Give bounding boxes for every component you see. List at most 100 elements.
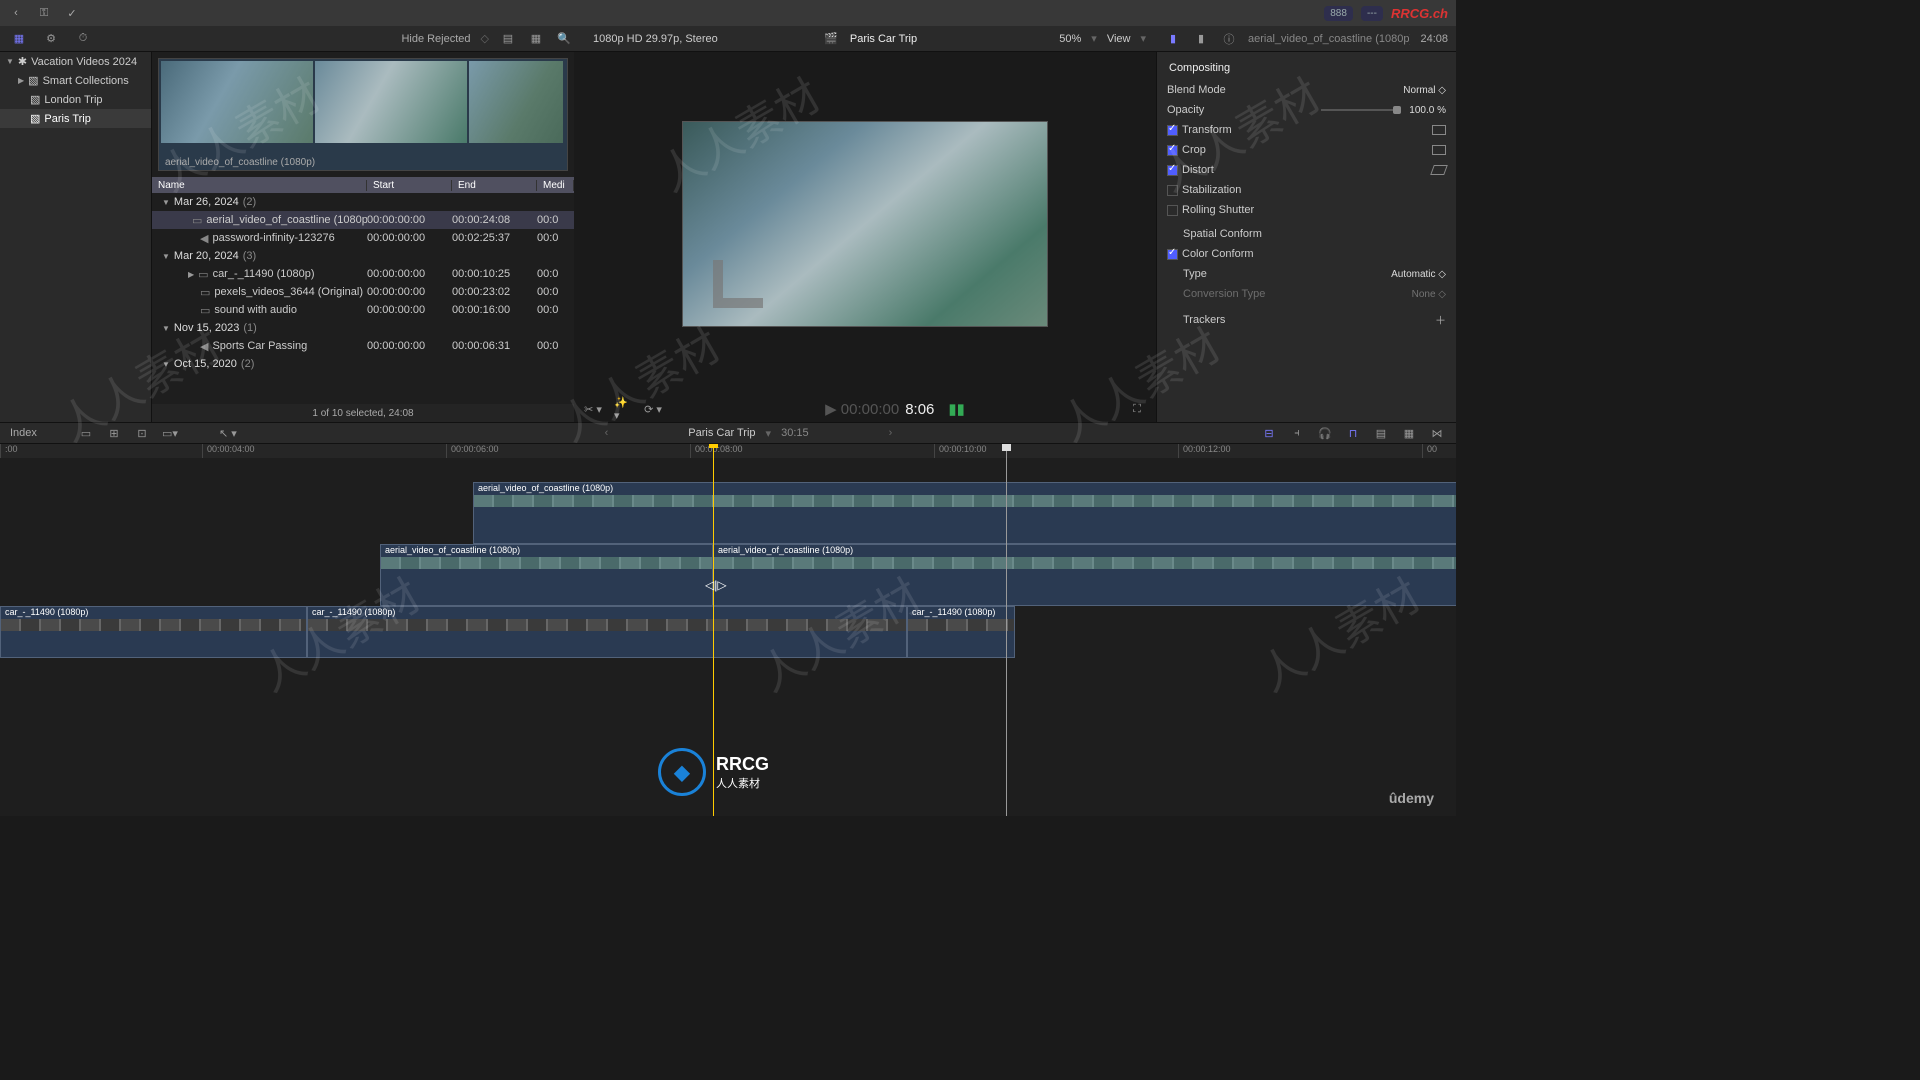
blend-mode-label: Blend Mode bbox=[1167, 84, 1403, 96]
solo-icon[interactable]: 🎧 bbox=[1316, 424, 1334, 442]
browser-clip-row[interactable]: ▭aerial_video_of_coastline (1080p)00:00:… bbox=[152, 211, 574, 229]
cursor-trim-icon: ◁|▷ bbox=[705, 578, 727, 592]
library-root[interactable]: ▼✱Vacation Videos 2024 bbox=[0, 52, 151, 71]
header-start[interactable]: Start bbox=[367, 180, 452, 191]
key-icon[interactable]: ⚿ bbox=[36, 5, 52, 21]
list-view-icon[interactable]: ▦ bbox=[527, 30, 545, 48]
browser-clip-row[interactable]: ▭sound with audio00:00:00:0000:00:16:000… bbox=[152, 301, 574, 319]
timeline-clip-t3b[interactable]: car_-_11490 (1080p) bbox=[307, 606, 907, 658]
browser-group[interactable]: ▼ Mar 20, 2024 (3) bbox=[152, 247, 574, 265]
timeline-index-icon[interactable]: ▤ bbox=[1372, 424, 1390, 442]
snapping-icon[interactable]: ⊓ bbox=[1344, 424, 1362, 442]
timeline-clip-t3a[interactable]: car_-_11490 (1080p) bbox=[0, 606, 307, 658]
info-inspector-icon[interactable]: ⓘ bbox=[1220, 30, 1238, 48]
color-conform-label[interactable]: Color Conform bbox=[1182, 248, 1254, 260]
timeline-clip-t3c[interactable]: car_-_11490 (1080p) bbox=[907, 606, 1015, 658]
timeline-nav-back-icon[interactable]: ‹ bbox=[605, 427, 609, 439]
header-media[interactable]: Medi bbox=[537, 180, 574, 191]
clip-appearance-icon[interactable]: ▤ bbox=[499, 30, 517, 48]
search-icon[interactable]: 🔍 bbox=[555, 30, 573, 48]
back-icon[interactable]: ‹ bbox=[8, 5, 24, 21]
badge-2[interactable]: --- bbox=[1361, 6, 1383, 21]
index-button[interactable]: Index bbox=[10, 427, 37, 439]
range-end-marker[interactable] bbox=[1006, 444, 1007, 816]
browser-list[interactable]: ▼ Mar 26, 2024 (2)▭aerial_video_of_coast… bbox=[152, 193, 574, 404]
transform-checkbox[interactable] bbox=[1167, 125, 1178, 136]
viewer-panel: ✂ ▾ ✨ ▾ ⟳ ▾ ▶ 00:00:00 8:06 ▮▮ ⛶ bbox=[574, 52, 1156, 422]
check-icon[interactable]: ✓ bbox=[64, 5, 80, 21]
keyword-icon[interactable]: ⚙ bbox=[42, 30, 60, 48]
timeline-clip-t1[interactable]: aerial_video_of_coastline (1080p) bbox=[473, 482, 1456, 544]
crop-label[interactable]: Crop bbox=[1182, 144, 1206, 156]
distort-checkbox[interactable] bbox=[1167, 165, 1178, 176]
zoom-menu[interactable]: 50% bbox=[1059, 33, 1081, 45]
blend-mode-value[interactable]: Normal ◇ bbox=[1403, 85, 1446, 96]
library-london[interactable]: ▧London Trip bbox=[0, 90, 151, 109]
transform-reset-icon[interactable] bbox=[1432, 125, 1446, 135]
list-header[interactable]: Name Start End Medi bbox=[152, 177, 574, 193]
timeline-toolbar: Index ▭ ⊞ ⊡ ▭▾ ↖ ▾ ‹ Paris Car Trip▾ 30:… bbox=[0, 422, 1456, 444]
overwrite-clip-icon[interactable]: ▭▾ bbox=[161, 424, 179, 442]
transitions-icon[interactable]: ⋈ bbox=[1428, 424, 1446, 442]
library-smart-collections[interactable]: ▶▧Smart Collections bbox=[0, 71, 151, 90]
ruler-tick: 00:00:12:00 bbox=[1178, 444, 1231, 458]
fullscreen-icon[interactable]: ⛶ bbox=[1128, 400, 1146, 418]
distort-reset-icon[interactable] bbox=[1430, 165, 1448, 175]
opacity-value[interactable]: 100.0 % bbox=[1409, 105, 1446, 116]
stabilization-checkbox[interactable] bbox=[1167, 185, 1178, 196]
timeline-nav-fwd-icon[interactable]: › bbox=[889, 427, 893, 439]
transform-tool-icon[interactable]: ✂ ▾ bbox=[584, 400, 602, 418]
stabilization-label[interactable]: Stabilization bbox=[1182, 184, 1241, 196]
browser-clip-row[interactable]: ◀Sports Car Passing00:00:00:0000:00:06:3… bbox=[152, 337, 574, 355]
type-value[interactable]: Automatic ◇ bbox=[1391, 269, 1446, 280]
browser-clip-row[interactable]: ▭pexels_videos_3644 (Original)00:00:00:0… bbox=[152, 283, 574, 301]
ruler-tick: 00 bbox=[1422, 444, 1437, 458]
format-label: 1080p HD 29.97p, Stereo bbox=[593, 33, 718, 45]
inspector-clip-title: aerial_video_of_coastline (1080p) bbox=[1248, 33, 1410, 45]
view-menu[interactable]: View bbox=[1107, 33, 1131, 45]
browser-clip-row[interactable]: ▶▭car_-_11490 (1080p)00:00:00:0000:00:10… bbox=[152, 265, 574, 283]
retime-tool-icon[interactable]: ⟳ ▾ bbox=[644, 400, 662, 418]
viewer-video[interactable] bbox=[682, 121, 1048, 327]
filmstrip-preview[interactable]: aerial_video_of_coastline (1080p) bbox=[158, 58, 568, 171]
insert-clip-icon[interactable]: ⊞ bbox=[105, 424, 123, 442]
rolling-shutter-checkbox[interactable] bbox=[1167, 205, 1178, 216]
transform-label[interactable]: Transform bbox=[1182, 124, 1232, 136]
video-inspector-icon[interactable]: ▮ bbox=[1164, 30, 1182, 48]
select-tool-icon[interactable]: ↖ ▾ bbox=[219, 424, 237, 442]
browser-group[interactable]: ▼ Mar 26, 2024 (2) bbox=[152, 193, 574, 211]
hide-rejected-menu[interactable]: Hide Rejected bbox=[401, 33, 470, 45]
effects-icon[interactable]: ▦ bbox=[1400, 424, 1418, 442]
header-name[interactable]: Name bbox=[152, 180, 367, 191]
compositing-header: Compositing bbox=[1169, 62, 1446, 74]
distort-label[interactable]: Distort bbox=[1182, 164, 1214, 176]
crop-reset-icon[interactable] bbox=[1432, 145, 1446, 155]
add-tracker-icon[interactable]: ＋ bbox=[1435, 312, 1446, 328]
enhance-tool-icon[interactable]: ✨ ▾ bbox=[614, 400, 632, 418]
timeline-ruler[interactable]: :0000:00:04:0000:00:06:0000:00:08:0000:0… bbox=[0, 444, 1456, 458]
library-paris[interactable]: ▧Paris Trip bbox=[0, 109, 151, 128]
color-conform-checkbox[interactable] bbox=[1167, 249, 1178, 260]
timeline-clip-t2a[interactable]: aerial_video_of_coastline (1080p) bbox=[380, 544, 713, 606]
browser-clip-row[interactable]: ◀password-infinity-12327600:00:00:0000:0… bbox=[152, 229, 574, 247]
project-icon: 🎬 bbox=[822, 30, 840, 48]
append-clip-icon[interactable]: ⊡ bbox=[133, 424, 151, 442]
bg-task-icon[interactable]: ⏱ bbox=[74, 30, 92, 48]
import-icon[interactable]: ▦ bbox=[10, 30, 28, 48]
spatial-conform-label[interactable]: Spatial Conform bbox=[1167, 228, 1446, 240]
timeline-clip-t2b[interactable]: aerial_video_of_coastline (1080p) bbox=[713, 544, 1456, 606]
crop-checkbox[interactable] bbox=[1167, 145, 1178, 156]
header-end[interactable]: End bbox=[452, 180, 537, 191]
audio-skim-icon[interactable]: ⫞ bbox=[1288, 424, 1306, 442]
skimming-icon[interactable]: ⊟ bbox=[1260, 424, 1278, 442]
ruler-tick: 00:00:04:00 bbox=[202, 444, 255, 458]
browser-group[interactable]: ▼ Nov 15, 2023 (1) bbox=[152, 319, 574, 337]
rolling-shutter-label[interactable]: Rolling Shutter bbox=[1182, 204, 1254, 216]
badge-1[interactable]: 888 bbox=[1324, 6, 1353, 21]
clip-inspector-icon[interactable]: ▮ bbox=[1192, 30, 1210, 48]
trackers-label[interactable]: Trackers bbox=[1167, 314, 1435, 326]
connect-clip-icon[interactable]: ▭ bbox=[77, 424, 95, 442]
timeline-project-name[interactable]: Paris Car Trip bbox=[688, 427, 755, 439]
opacity-slider[interactable] bbox=[1321, 109, 1401, 111]
browser-group[interactable]: ▼ Oct 15, 2020 (2) bbox=[152, 355, 574, 373]
